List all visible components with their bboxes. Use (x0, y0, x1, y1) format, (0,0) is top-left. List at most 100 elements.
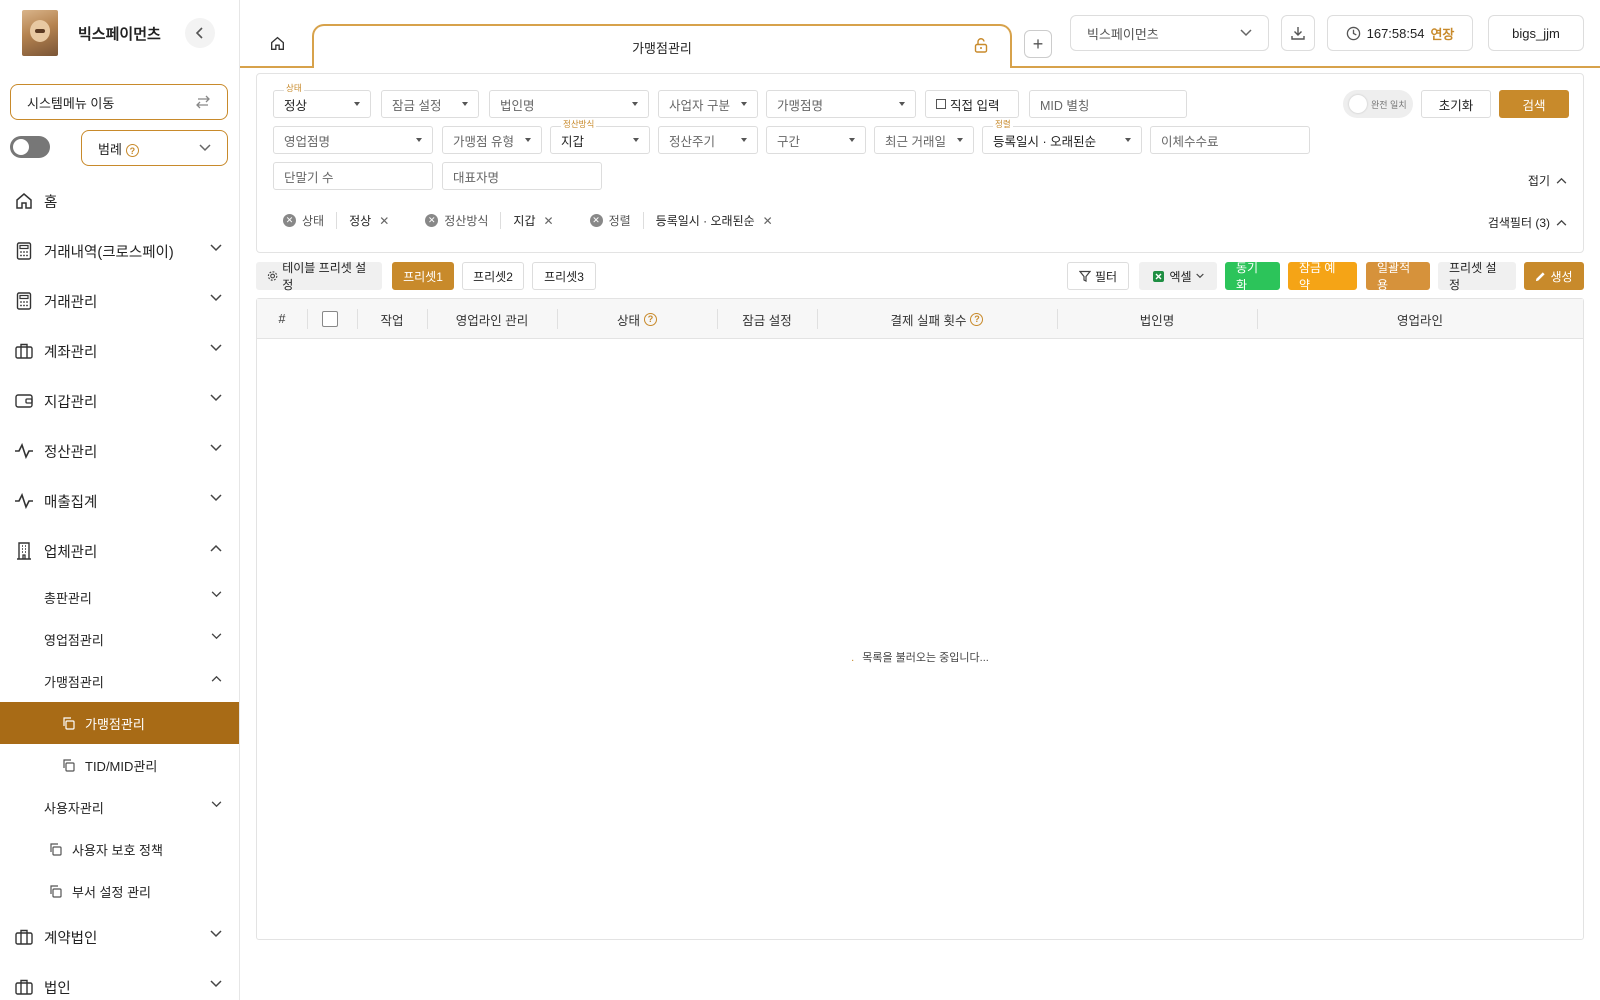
filter-button[interactable]: 필터 (1067, 262, 1129, 290)
sidebar-item-settlement[interactable]: 정산관리 (0, 426, 239, 476)
column-header-status[interactable]: 상태? (557, 299, 717, 339)
sidebar-leaf-merchant-management[interactable]: 가맹점관리 (0, 702, 239, 744)
system-menu-button[interactable]: 시스템메뉴 이동 (10, 84, 228, 120)
sort-select[interactable]: 정렬 등록일시 · 오래된순 (982, 118, 1142, 154)
clear-icon[interactable]: ✕ (425, 214, 439, 227)
tab-merchant-management[interactable]: 가맹점관리 (312, 24, 1012, 68)
avatar[interactable] (22, 10, 58, 56)
remove-icon[interactable]: ✕ (544, 214, 554, 228)
building-icon (14, 541, 34, 561)
direct-input-checkbox[interactable]: 직접 입력 (925, 90, 1019, 118)
search-button[interactable]: 검색 (1499, 90, 1569, 118)
table-preset-settings-button[interactable]: 테이블 프리셋 설정 (256, 261, 382, 292)
home-tab[interactable] (270, 36, 285, 54)
sidebar-subitem-merchant[interactable]: 가맹점관리 (0, 660, 239, 702)
lock-reserve-button[interactable]: 잠금 예약 (1288, 261, 1357, 292)
merchant-name-select[interactable]: 가맹점명 (766, 90, 916, 118)
settlement-method-select[interactable]: 정산방식 지갑 (550, 118, 650, 154)
terminal-count-input[interactable]: 단말기 수 (273, 162, 433, 190)
chip-settlement[interactable]: ✕ 정산방식 (425, 212, 488, 229)
extend-session-button[interactable]: 연장 (1430, 24, 1454, 43)
biz-type-select[interactable]: 사업자 구분 (658, 90, 758, 118)
preset1-button[interactable]: 프리셋1 (392, 262, 454, 290)
sidebar-item-label: 거래관리 (44, 294, 98, 311)
sidebar-item-contract-corp[interactable]: 계약법인 (0, 912, 239, 962)
status-select[interactable]: 상태 정상 (273, 82, 371, 118)
chip-status[interactable]: ✕ 상태 (283, 212, 324, 229)
sidebar-subitem-users[interactable]: 사용자관리 (0, 786, 239, 828)
company-select[interactable]: 빅스페이먼츠 (1070, 15, 1269, 51)
column-header-lock[interactable]: 잠금 설정 (717, 299, 817, 339)
chevron-down-icon (210, 444, 222, 452)
sidebar-item-crosspay[interactable]: 거래내역(크로스페이) (0, 226, 239, 276)
collapse-filters-button[interactable]: 접기 (1528, 172, 1567, 189)
preset-config-button[interactable]: 프리셋 설정 (1438, 261, 1516, 292)
sidebar-item-corp[interactable]: 법인 (0, 962, 239, 1000)
column-header-sales-line[interactable]: 영업라인 (1257, 299, 1583, 339)
user-menu-button[interactable]: bigs_jjm (1488, 15, 1584, 51)
collapse-sidebar-button[interactable] (185, 18, 215, 48)
sidebar-subitem-sales-office[interactable]: 영업점관리 (0, 618, 239, 660)
help-icon[interactable]: ? (125, 144, 139, 157)
merchant-type-select[interactable]: 가맹점 유형 (442, 126, 542, 154)
column-header-sales-line-mgmt[interactable]: 영업라인 관리 (427, 299, 557, 339)
sidebar-leaf-dept[interactable]: 부서 설정 관리 (0, 870, 239, 912)
sidebar-item-label: 정산관리 (44, 444, 98, 461)
sidebar-item-company[interactable]: 업체관리 (0, 526, 239, 576)
transfer-fee-input[interactable]: 이체수수료 (1150, 126, 1310, 154)
download-button[interactable] (1281, 15, 1315, 51)
remove-icon[interactable]: ✕ (763, 214, 773, 228)
legend-label: 범례 (98, 141, 122, 157)
help-icon[interactable]: ? (644, 312, 657, 326)
sidebar-subitem-distributor[interactable]: 총판관리 (0, 576, 239, 618)
remove-icon[interactable]: ✕ (379, 214, 389, 228)
sync-button[interactable]: 동기화 (1225, 261, 1280, 292)
range-select[interactable]: 구간 (766, 126, 866, 154)
preset2-button[interactable]: 프리셋2 (462, 262, 524, 290)
create-button[interactable]: 생성 (1524, 262, 1584, 290)
column-header-index: # (278, 312, 286, 326)
sales-office-select[interactable]: 영업점명 (273, 126, 433, 154)
clear-icon[interactable]: ✕ (283, 214, 296, 227)
settlement-cycle-select[interactable]: 정산주기 (658, 126, 758, 154)
copy-icon (63, 758, 75, 772)
help-icon[interactable]: ? (970, 312, 984, 326)
table-header: # 작업 영업라인 관리 상태? 잠금 설정 결제 실패 횟수? 법인명 영업라… (257, 299, 1583, 339)
chip-sort[interactable]: ✕ 정렬 (589, 212, 631, 229)
exact-match-toggle[interactable]: 완전 일치 (1343, 90, 1413, 118)
input-placeholder: 대표자명 (453, 170, 500, 185)
input-placeholder: MID 별칭 (1040, 98, 1090, 113)
checkbox[interactable] (936, 99, 946, 109)
add-tab-button[interactable]: + (1024, 30, 1052, 58)
sidebar-item-wallet[interactable]: 지갑관리 (0, 376, 239, 426)
excel-button[interactable]: 엑셀 (1139, 262, 1217, 290)
search-filter-count[interactable]: 검색필터 (3) (1488, 214, 1567, 231)
mid-alias-input[interactable]: MID 별칭 (1029, 90, 1187, 118)
column-header-payment-failures[interactable]: 결제 실패 횟수? (817, 299, 1057, 339)
sidebar-leaf-tid-mid[interactable]: TID/MID관리 (0, 744, 239, 786)
column-header-corp-name[interactable]: 법인명 (1057, 299, 1257, 339)
chevron-left-icon (195, 27, 203, 39)
legend-select[interactable]: 범례? (81, 130, 228, 166)
corp-name-select[interactable]: 법인명 (489, 90, 649, 118)
reset-button[interactable]: 초기화 (1421, 90, 1491, 118)
sidebar: 빅스페이먼츠 시스템메뉴 이동 범례? 홈 거래내역(크로스페이) 거래관리 계 (0, 0, 240, 1000)
theme-toggle[interactable] (10, 136, 50, 158)
sidebar-item-accounts[interactable]: 계좌관리 (0, 326, 239, 376)
preset3-button[interactable]: 프리셋3 (532, 262, 596, 290)
column-header-action[interactable]: 작업 (357, 299, 427, 339)
username: bigs_jjm (1512, 25, 1560, 41)
sidebar-leaf-user-policy[interactable]: 사용자 보호 정책 (0, 828, 239, 870)
unlock-icon[interactable] (974, 38, 988, 53)
clear-icon[interactable]: ✕ (589, 214, 603, 227)
copy-icon (63, 716, 75, 730)
recent-trade-date-select[interactable]: 최근 거래일 (874, 126, 974, 154)
sidebar-item-transactions[interactable]: 거래관리 (0, 276, 239, 326)
select-all-checkbox[interactable] (322, 311, 338, 327)
bulk-apply-button[interactable]: 일괄적용 (1366, 261, 1430, 292)
sidebar-item-home[interactable]: 홈 (0, 176, 239, 226)
sidebar-item-sales-summary[interactable]: 매출집계 (0, 476, 239, 526)
sidebar-subitem-label: 사용자관리 (44, 800, 104, 816)
ceo-name-input[interactable]: 대표자명 (442, 162, 602, 190)
lock-setting-select[interactable]: 잠금 설정 (381, 90, 479, 118)
